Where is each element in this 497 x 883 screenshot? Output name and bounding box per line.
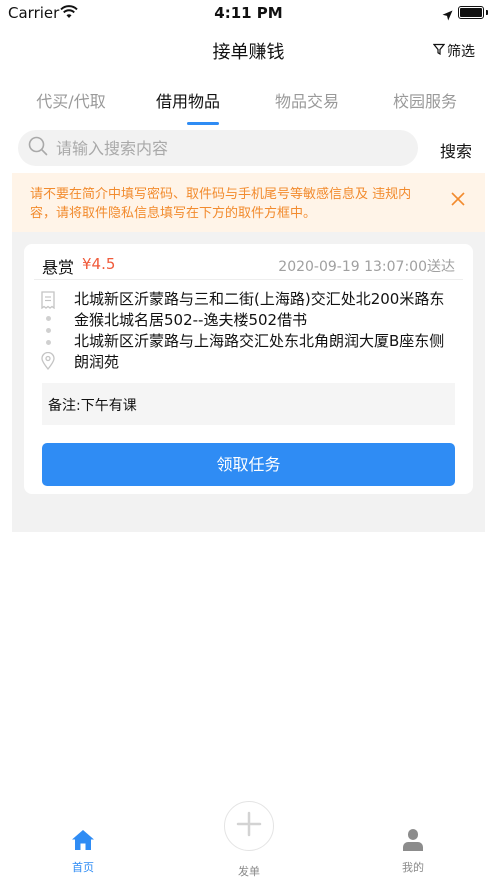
filter-button[interactable]: 筛选 [432,41,475,61]
filter-icon [432,43,447,59]
search-bar [18,130,418,166]
page-title: 接单赚钱 [212,42,285,63]
tabbar-item-mine[interactable]: 我的 [373,827,453,875]
search-input[interactable] [56,138,386,158]
receipt-icon [40,291,56,313]
reward-amount: ¥4.5 [82,255,116,273]
tabbar-label-home: 首页 [72,861,94,874]
active-tab-indicator [187,122,219,125]
deliver-time: 2020-09-19 13:07:00送达 [278,259,455,275]
home-icon [70,830,96,857]
tabbar-item-home[interactable]: 首页 [43,827,123,875]
reward-label: 悬赏 [42,258,75,277]
filter-label: 筛选 [447,44,475,60]
tab-item-trade[interactable]: 物品交易 [252,88,362,112]
battery-icon [458,6,488,19]
status-bar: Carrier 4:11 PM [0,0,497,26]
delivery-address: 北城新区沂蒙路与上海路交汇处东北角朗润大厦B座东侧朗润苑 [74,332,445,371]
location-pin-icon [41,351,55,374]
pickup-address: 北城新区沂蒙路与三和二街(上海路)交汇处北200米路东金猴北城名居502--逸夫… [74,290,445,329]
location-arrow-icon [442,6,453,25]
notice-text: 请不要在简介中填写密码、取件码与手机尾号等敏感信息及 违规内容，请将取件隐私信息… [30,187,412,221]
route-dot [46,316,51,321]
card-divider [34,279,463,280]
order-list: 悬赏 ¥4.5 2020-09-19 13:07:00送达 北城新区沂蒙路与三和… [12,232,485,532]
user-icon [400,829,426,857]
tabbar-label-post: 发单 [238,865,260,878]
tab-campus-service[interactable]: 校园服务 [370,88,480,112]
privacy-notice-banner: 请不要在简介中填写密码、取件码与手机尾号等敏感信息及 违规内容，请将取件隐私信息… [12,173,485,232]
order-card[interactable]: 悬赏 ¥4.5 2020-09-19 13:07:00送达 北城新区沂蒙路与三和… [24,244,473,494]
tab-borrow-items[interactable]: 借用物品 [133,88,243,112]
route-dot [46,340,51,345]
close-icon[interactable] [451,192,465,212]
tab-daimai-daiqu[interactable]: 代买/代取 [16,88,126,112]
tabbar-item-post[interactable]: 发单 [209,861,289,879]
status-time: 4:11 PM [214,4,283,22]
order-remark: 备注:下午有课 [42,383,455,425]
route-dot [46,328,51,333]
accept-task-button[interactable]: 领取任务 [42,443,455,486]
category-tabs: 代买/代取 借用物品 物品交易 校园服务 [0,88,497,126]
bottom-tab-bar: 首页 发单 我的 [0,827,497,883]
tabbar-label-mine: 我的 [402,861,424,874]
search-icon [28,136,56,160]
search-button[interactable]: 搜索 [440,138,472,162]
